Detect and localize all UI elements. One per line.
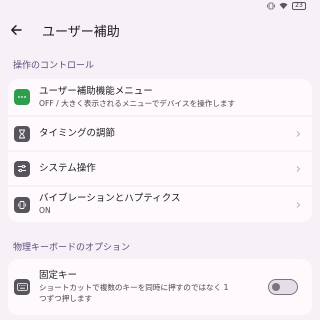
interaction-controls-group: ユーザー補助機能メニュー OFF / 大きく表示されるメニューでデバイスを操作し… [8,79,312,222]
arrow-back-icon [11,25,22,35]
sticky-keys-toggle[interactable] [268,279,298,295]
vibrate-icon [267,2,275,10]
chevron-right-icon [296,165,301,172]
list-item-system-controls[interactable]: システム操作 [8,150,312,185]
keyboard-icon [14,279,30,295]
list-item-subtitle: OFF / 大きく表示されるメニューでデバイスを操作します [39,98,236,108]
sliders-icon [14,160,30,177]
vibration-icon [14,196,30,213]
dots-menu-icon [14,89,30,105]
list-item-accessibility-menu[interactable]: ユーザー補助機能メニュー OFF / 大きく表示されるメニューでデバイスを操作し… [8,79,312,115]
status-bar: 23 [0,0,320,12]
hourglass-icon [14,125,30,142]
list-item-title: バイブレーションとハプティクス [39,193,181,204]
wifi-icon [279,2,288,9]
list-item-title: 固定キー [39,270,78,281]
chevron-right-icon [296,201,301,208]
list-item-sticky-keys[interactable]: 固定キー ショートカットで複数のキーを同時に押すのではなく 1 つずつ押します [8,259,312,315]
battery-indicator: 23 [292,2,306,10]
list-item-title: ユーザー補助機能メニュー [39,85,153,97]
list-item-title: タイミングの調節 [39,127,116,139]
list-item-vibration-haptics[interactable]: バイブレーションとハプティクス ON [8,185,312,222]
back-button[interactable] [2,16,30,44]
chevron-right-icon [296,130,301,137]
page-title: ユーザー補助 [42,24,120,40]
list-item-subtitle-line2: つずつ押します [39,294,93,303]
section-header-physical-keyboard: 物理キーボードのオプション [13,243,131,253]
list-item-timing-adjust[interactable]: タイミングの調節 [8,115,312,150]
list-item-subtitle-line1: ショートカットで複数のキーを同時に押すのではなく 1 [39,283,229,292]
toggle-knob [272,282,280,291]
app-bar: ユーザー補助 [0,16,320,44]
list-item-subtitle: ON [39,206,51,215]
physical-keyboard-group: 固定キー ショートカットで複数のキーを同時に押すのではなく 1 つずつ押します [8,259,312,315]
section-header-interaction-controls: 操作のコントロール [13,61,95,71]
list-item-title: システム操作 [39,162,96,174]
